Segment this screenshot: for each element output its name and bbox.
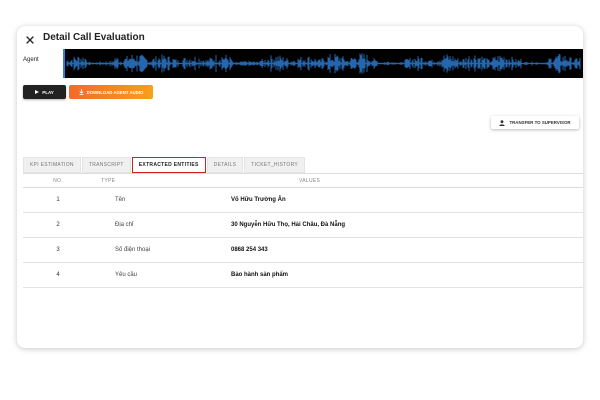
cell-no: 4 [56,272,60,278]
close-icon[interactable] [25,32,35,44]
table-row: 4 Yêu cầu Bảo hành sản phẩm [23,263,583,288]
transfer-button-label: TRANSFER TO SUPERVISOR [509,120,571,125]
cell-type: Yêu cầu [115,272,138,278]
play-button[interactable]: PLAY [23,85,66,99]
tab-kpi-estimation[interactable]: KPI ESTIMATION [23,157,81,173]
cell-type: Số điện thoại [115,247,151,253]
entities-table: NO. TYPE VALUES 1 Tên Võ Hữu Trường Ân 2… [23,174,583,288]
download-agent-audio-button[interactable]: DOWNLOAD AGENT AUDIO [69,85,153,99]
cell-no: 3 [56,247,60,253]
transfer-to-supervisor-button[interactable]: TRANSFER TO SUPERVISOR [491,116,579,129]
tab-label: DETAILS [213,162,237,168]
cell-no: 1 [56,197,60,203]
audio-waveform[interactable] [63,49,583,78]
tab-label: KPI ESTIMATION [30,162,74,168]
download-icon [79,89,84,95]
page-title: Detail Call Evaluation [43,31,145,43]
tab-label: TICKET_HISTORY [251,162,299,168]
tab-ticket-history[interactable]: TICKET_HISTORY [244,157,306,173]
play-button-label: PLAY [42,89,54,95]
tab-details[interactable]: DETAILS [206,157,244,173]
waveform-path [66,53,581,74]
dialog-header: Detail Call Evaluation [17,26,583,48]
cell-type: Tên [115,197,126,203]
tab-transcript[interactable]: TRANSCRIPT [81,157,131,173]
waveform-channel-label: Agent [23,57,39,63]
cell-value: 0868 254 343 [231,247,268,253]
call-evaluation-dialog: Detail Call Evaluation Agent PLAY DOWNLO… [17,26,583,348]
column-header-no: NO. [53,177,63,184]
cell-type: Địa chỉ [115,222,134,228]
audio-waveform-row: Agent [17,49,583,78]
column-header-values: VALUES [299,177,321,184]
column-header-type: TYPE [101,177,116,184]
cell-value: Bảo hành sản phẩm [231,272,289,278]
table-row: 1 Tên Võ Hữu Trường Ân [23,188,583,213]
waveform-graphic [66,53,581,74]
table-row: 2 Địa chỉ 30 Nguyễn Hữu Thọ, Hải Châu, Đ… [23,213,583,238]
tab-label: TRANSCRIPT [88,162,124,168]
download-button-label: DOWNLOAD AGENT AUDIO [86,89,144,95]
cell-value: Võ Hữu Trường Ân [231,197,286,203]
cell-value: 30 Nguyễn Hữu Thọ, Hải Châu, Đà Nẵng [231,222,346,228]
tab-bar: KPI ESTIMATION TRANSCRIPT EXTRACTED ENTI… [23,157,306,173]
user-transfer-icon [499,119,506,126]
cell-no: 2 [56,222,60,228]
tab-label: EXTRACTED ENTITIES [138,162,199,168]
tab-extracted-entities[interactable]: EXTRACTED ENTITIES [131,157,206,173]
table-row: 3 Số điện thoại 0868 254 343 [23,238,583,263]
play-icon [35,90,40,94]
table-header: NO. TYPE VALUES [23,174,583,188]
